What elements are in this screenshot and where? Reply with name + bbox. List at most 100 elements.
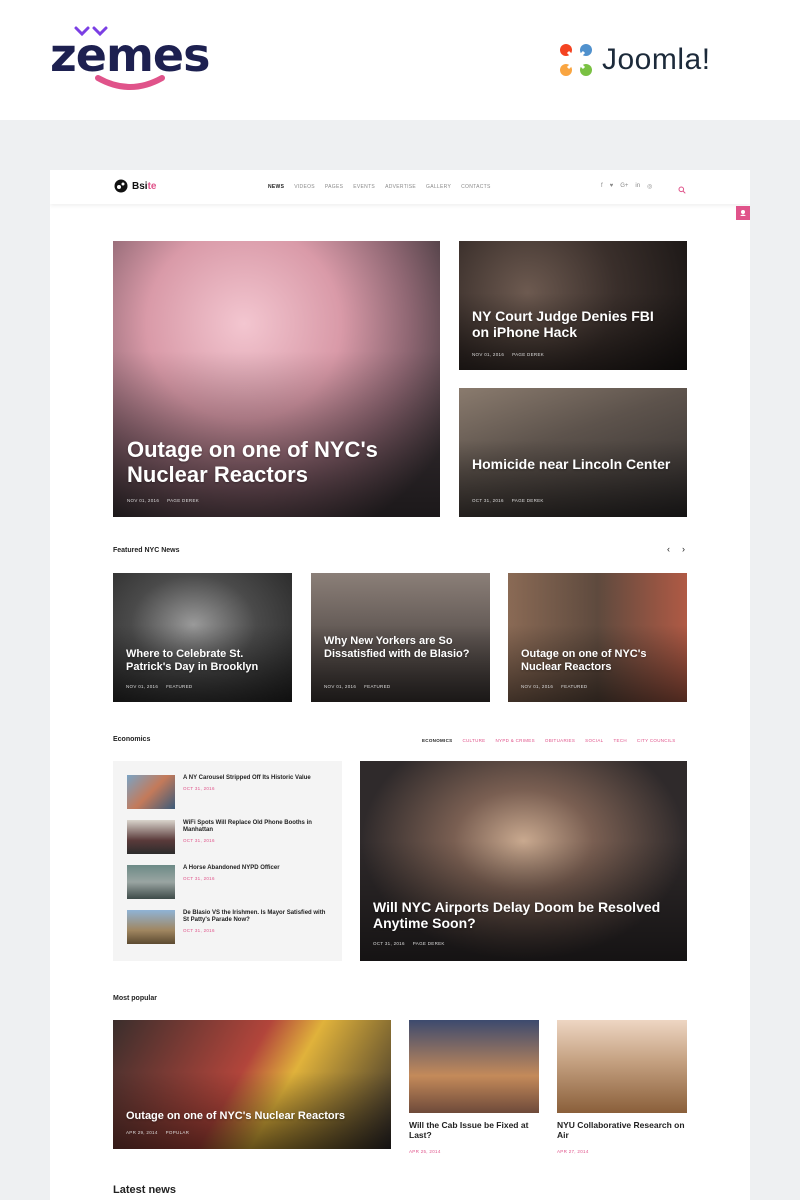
nav-advertise[interactable]: ADVERTISE (385, 184, 416, 190)
popular-small-1-date: APR 25, 2014 (409, 1149, 441, 1154)
joomla-logo[interactable]: Joomla! (556, 38, 711, 82)
popular-big-tag[interactable]: POPULAR (166, 1130, 190, 1135)
economics-item-1-thumb[interactable] (127, 775, 175, 809)
nav-pages[interactable]: PAGES (325, 184, 343, 190)
featured-card-3-title[interactable]: Outage on one of NYC's Nuclear Reactors (521, 648, 681, 673)
hero-side-1-date: NOV 01, 2016 (472, 352, 505, 357)
economics-item-2-title[interactable]: WiFi Spots Will Replace Old Phone Booths… (183, 820, 333, 834)
economics-item-4-title[interactable]: De Blasio VS the Irishmen. Is Mayor Sati… (183, 910, 333, 924)
hero-side-2-date: OCT 31, 2016 (472, 498, 504, 503)
featured-card-3[interactable]: Outage on one of NYC's Nuclear Reactors … (508, 573, 687, 702)
hero-side-1-meta: NOV 01, 2016 PAGE DEREK (472, 352, 552, 357)
economics-feature-title[interactable]: Will NYC Airports Delay Doom be Resolved… (373, 899, 663, 931)
featured-card-2-title[interactable]: Why New Yorkers are So Dissatisfied with… (324, 635, 484, 660)
hero-side-card-2[interactable]: Homicide near Lincoln Center OCT 31, 201… (459, 388, 687, 517)
economics-feature-date: OCT 31, 2016 (373, 941, 405, 946)
nav-videos[interactable]: VIDEOS (294, 184, 315, 190)
main-nav: NEWS VIDEOS PAGES EVENTS ADVERTISE GALLE… (268, 184, 501, 190)
twitter-icon[interactable]: ♥ (610, 183, 614, 190)
popular-section-title: Most popular (113, 995, 157, 1002)
latest-news-title: Latest news (113, 1184, 176, 1196)
featured-card-1[interactable]: Where to Celebrate St. Patrick's Day in … (113, 573, 292, 702)
filter-nypd-crimes[interactable]: NYPD & CRIMES (495, 738, 534, 743)
hero-main-date: NOV 01, 2016 (127, 498, 160, 503)
economics-item-2-date: OCT 31, 2016 (183, 838, 215, 843)
economics-item-1-date: OCT 31, 2016 (183, 786, 215, 791)
filter-obituaries[interactable]: OBITUARIES (545, 738, 575, 743)
featured-card-2-tag[interactable]: FEATURED (364, 684, 390, 689)
featured-card-1-tag[interactable]: FEATURED (166, 684, 192, 689)
hero-side-1-title[interactable]: NY Court Judge Denies FBI on iPhone Hack (472, 308, 672, 340)
economics-item-4[interactable]: De Blasio VS the Irishmen. Is Mayor Sati… (127, 910, 327, 946)
filter-culture[interactable]: CULTURE (462, 738, 485, 743)
nav-news[interactable]: NEWS (268, 184, 284, 190)
google-plus-icon[interactable]: G+ (620, 183, 628, 190)
economics-item-2-thumb[interactable] (127, 820, 175, 854)
popular-small-1-title[interactable]: Will the Cab Issue be Fixed at Last? (409, 1120, 539, 1140)
nav-contacts[interactable]: CONTACTS (461, 184, 491, 190)
economics-section-title: Economics (113, 736, 151, 743)
site-topbar: Bsite NEWS VIDEOS PAGES EVENTS ADVERTISE… (50, 170, 750, 204)
popular-small-card-1-image[interactable] (409, 1020, 539, 1113)
hero-main-title[interactable]: Outage on one of NYC's Nuclear Reactors (127, 437, 417, 488)
economics-item-3-date: OCT 31, 2016 (183, 876, 215, 881)
joomla-icon (560, 44, 592, 76)
featured-card-1-title[interactable]: Where to Celebrate St. Patrick's Day in … (126, 648, 286, 673)
hero-side-2-title[interactable]: Homicide near Lincoln Center (472, 456, 672, 472)
featured-card-2-meta: NOV 01, 2016 FEATURED (324, 684, 398, 689)
featured-card-3-date: NOV 01, 2016 (521, 684, 554, 689)
featured-card-1-date: NOV 01, 2016 (126, 684, 159, 689)
zemes-logo[interactable]: zemes (50, 22, 210, 94)
zemes-logo-text: zemes (50, 28, 210, 82)
featured-card-2-date: NOV 01, 2016 (324, 684, 357, 689)
featured-section-title: Featured NYC News (113, 547, 180, 554)
hero-side-card-1[interactable]: NY Court Judge Denies FBI on iPhone Hack… (459, 241, 687, 370)
nav-gallery[interactable]: GALLERY (426, 184, 451, 190)
side-panel-toggle[interactable] (736, 206, 750, 220)
economics-item-1-title[interactable]: A NY Carousel Stripped Off Its Historic … (183, 775, 333, 782)
social-links: f ♥ G+ in ◎ (601, 183, 652, 190)
linkedin-icon[interactable]: in (635, 183, 640, 190)
featured-card-2[interactable]: Why New Yorkers are So Dissatisfied with… (311, 573, 490, 702)
economics-list: A NY Carousel Stripped Off Its Historic … (113, 761, 342, 961)
hero-side-2-shade (459, 439, 687, 517)
hero-main-author[interactable]: PAGE DEREK (167, 498, 199, 503)
hero-side-2-author[interactable]: PAGE DEREK (512, 498, 544, 503)
economics-feature-author[interactable]: PAGE DEREK (413, 941, 445, 946)
popular-small-card-2-image[interactable] (557, 1020, 687, 1113)
economics-item-1[interactable]: A NY Carousel Stripped Off Its Historic … (127, 775, 327, 811)
economics-item-2[interactable]: WiFi Spots Will Replace Old Phone Booths… (127, 820, 327, 856)
economics-filter-tabs: ECONOMICS CULTURE NYPD & CRIMES OBITUARI… (422, 738, 686, 743)
pinterest-icon[interactable]: ◎ (647, 183, 652, 190)
facebook-icon[interactable]: f (601, 183, 603, 190)
popular-big-card[interactable]: Outage on one of NYC's Nuclear Reactors … (113, 1020, 391, 1149)
filter-city-councils[interactable]: CITY COUNCILS (637, 738, 676, 743)
economics-feature-card[interactable]: Will NYC Airports Delay Doom be Resolved… (360, 761, 687, 961)
hero-side-1-author[interactable]: PAGE DEREK (512, 352, 544, 357)
economics-item-3[interactable]: A Horse Abandoned NYPD Officer OCT 31, 2… (127, 865, 327, 901)
popular-big-date: APR 29, 2014 (126, 1130, 158, 1135)
economics-item-4-thumb[interactable] (127, 910, 175, 944)
featured-prev-arrow[interactable]: ‹ (667, 544, 670, 554)
brand-name: Bsite (132, 180, 157, 192)
site-brand[interactable]: Bsite (114, 179, 156, 193)
economics-item-3-thumb[interactable] (127, 865, 175, 899)
nav-events[interactable]: EVENTS (353, 184, 375, 190)
hero-main-card[interactable]: Outage on one of NYC's Nuclear Reactors … (113, 241, 440, 517)
featured-card-3-tag[interactable]: FEATURED (561, 684, 587, 689)
popular-small-2-date: APR 27, 2014 (557, 1149, 589, 1154)
featured-next-arrow[interactable]: › (682, 544, 685, 554)
hero-main-shade (113, 351, 440, 517)
search-icon[interactable] (678, 181, 686, 199)
popular-small-2-title[interactable]: NYU Collaborative Research on Air (557, 1120, 687, 1140)
filter-tech[interactable]: TECH (613, 738, 626, 743)
filter-economics[interactable]: ECONOMICS (422, 738, 452, 743)
economics-item-4-date: OCT 31, 2016 (183, 928, 215, 933)
site-preview: Bsite NEWS VIDEOS PAGES EVENTS ADVERTISE… (50, 170, 750, 1200)
hero-side-2-meta: OCT 31, 2016 PAGE DEREK (472, 498, 552, 503)
filter-social[interactable]: SOCIAL (585, 738, 603, 743)
economics-item-3-title[interactable]: A Horse Abandoned NYPD Officer (183, 865, 333, 872)
featured-card-1-meta: NOV 01, 2016 FEATURED (126, 684, 200, 689)
popular-big-meta: APR 29, 2014 POPULAR (126, 1130, 197, 1135)
popular-big-title[interactable]: Outage on one of NYC's Nuclear Reactors (126, 1110, 386, 1123)
